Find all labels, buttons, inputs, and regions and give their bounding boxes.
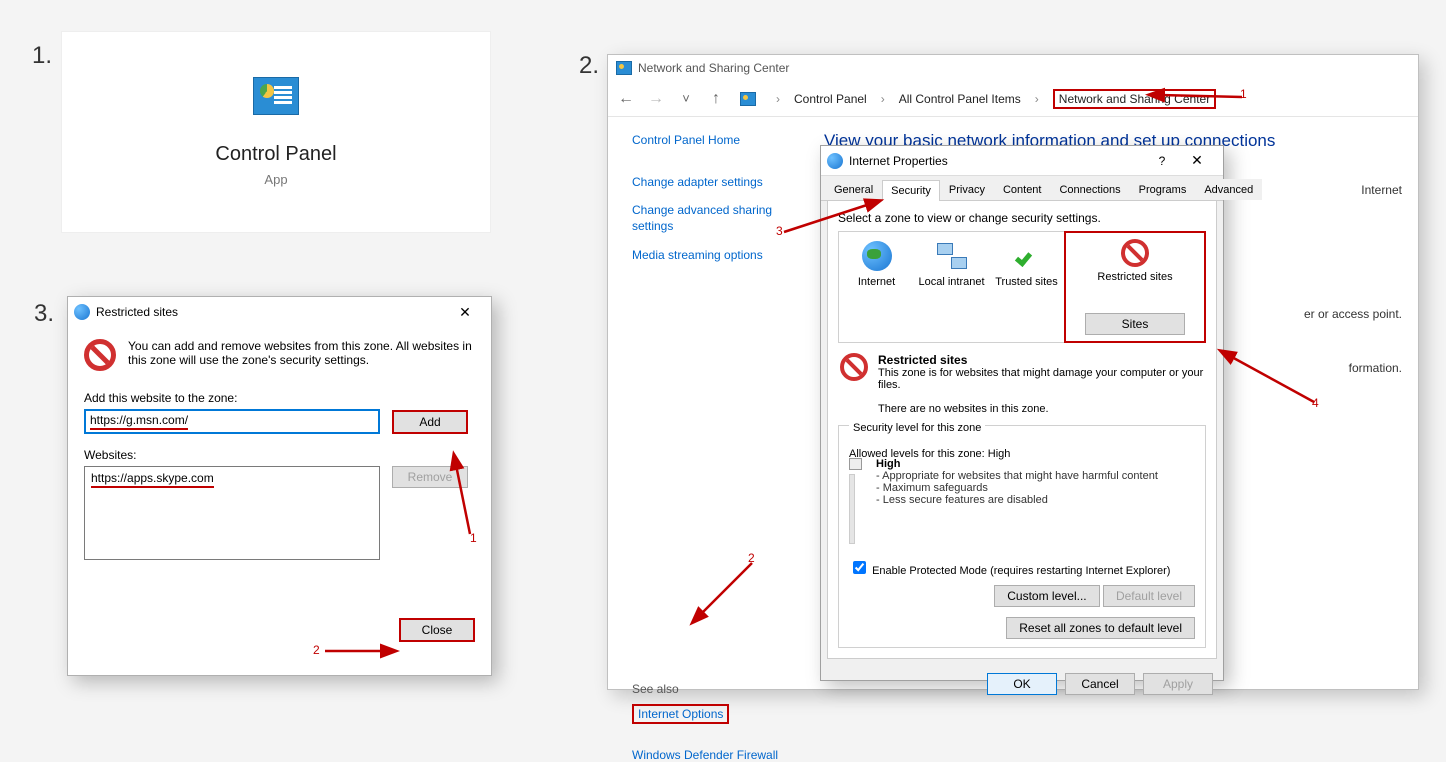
see-also-header: See also — [632, 682, 798, 696]
restricted-icon — [1121, 239, 1149, 267]
cancel-button[interactable]: Cancel — [1065, 673, 1135, 695]
globe-icon — [862, 241, 892, 271]
window-title-bar: Network and Sharing Center — [608, 55, 1418, 81]
level-name: High — [876, 458, 1158, 470]
info-fragment: er or access point. — [1304, 307, 1402, 321]
globe-icon — [827, 153, 843, 169]
internet-properties-dialog: Internet Properties ? ✕ General Security… — [820, 145, 1224, 681]
sidebar-internet-options[interactable]: Internet Options — [632, 704, 729, 724]
bullet: Less secure features are disabled — [876, 494, 1158, 506]
bullet: Maximum safeguards — [876, 482, 1158, 494]
check-icon — [1012, 241, 1042, 271]
globe-icon — [74, 304, 90, 320]
zone-trusted[interactable]: Trusted sites — [989, 238, 1064, 336]
sidebar-home[interactable]: Control Panel Home — [632, 133, 798, 147]
sidebar-media[interactable]: Media streaming options — [632, 248, 798, 262]
intranet-icon — [937, 243, 967, 269]
sites-button[interactable]: Sites — [1085, 313, 1185, 335]
tab-privacy[interactable]: Privacy — [940, 179, 994, 200]
step-1-label: 1. — [32, 42, 52, 70]
add-website-label: Add this website to the zone: — [84, 391, 475, 405]
protected-mode-checkbox[interactable] — [853, 561, 866, 574]
tab-general[interactable]: General — [825, 179, 882, 200]
tab-programs[interactable]: Programs — [1130, 179, 1196, 200]
protected-mode-label: Enable Protected Mode (requires restarti… — [872, 565, 1170, 577]
dialog-title: Restricted sites — [96, 305, 178, 319]
default-level-button[interactable]: Default level — [1103, 585, 1195, 607]
restricted-icon — [84, 339, 116, 371]
breadcrumb-icon — [740, 92, 756, 106]
restricted-empty: There are no websites in this zone. — [878, 403, 1204, 415]
nav-forward-icon[interactable]: → — [646, 90, 666, 108]
zone-restricted[interactable]: Restricted sites Sites — [1064, 231, 1206, 343]
sidebar-advanced[interactable]: Change advanced sharing settings — [632, 203, 798, 234]
info-fragment: formation. — [1349, 361, 1402, 375]
tab-advanced[interactable]: Advanced — [1195, 179, 1262, 200]
add-website-value: https://g.msn.com/ — [90, 413, 188, 430]
tab-connections[interactable]: Connections — [1050, 179, 1129, 200]
tile-title: Control Panel — [215, 143, 336, 166]
nav-recent-icon[interactable]: ˅ — [676, 91, 696, 106]
restricted-heading: Restricted sites — [878, 353, 1204, 367]
sidebar-firewall[interactable]: Windows Defender Firewall — [632, 748, 798, 762]
control-panel-icon — [616, 61, 632, 75]
sidebar-adapter[interactable]: Change adapter settings — [632, 175, 798, 189]
nav-up-icon[interactable]: ↑ — [706, 90, 726, 108]
help-icon[interactable]: ? — [1147, 154, 1177, 168]
restricted-sites-dialog: Restricted sites ✕ You can add and remov… — [67, 296, 492, 676]
zone-intranet[interactable]: Local intranet — [914, 238, 989, 336]
custom-level-button[interactable]: Custom level... — [994, 585, 1099, 607]
zone-row: Internet Local intranet Trusted sites Re… — [838, 231, 1206, 343]
security-level-group: Security level for this zone Allowed lev… — [838, 425, 1206, 648]
bullet: Appropriate for websites that might have… — [876, 470, 1158, 482]
step-2-label: 2. — [579, 52, 599, 80]
slider-track — [849, 474, 855, 544]
breadcrumb-root[interactable]: Control Panel — [794, 92, 867, 106]
titlebar: Restricted sites ✕ — [68, 297, 491, 327]
tab-security[interactable]: Security — [882, 180, 940, 201]
list-item[interactable]: https://apps.skype.com — [91, 471, 214, 488]
close-button[interactable]: Close — [399, 618, 475, 642]
security-slider[interactable] — [849, 458, 862, 470]
step-3-label: 3. — [34, 300, 54, 328]
close-icon[interactable]: ✕ — [1177, 152, 1217, 169]
tile-subtitle: App — [264, 172, 287, 187]
remove-button[interactable]: Remove — [392, 466, 468, 488]
nav-bar: ← → ˅ ↑ › Control Panel › All Control Pa… — [608, 81, 1418, 117]
dialog-description: You can add and remove websites from thi… — [128, 339, 475, 371]
close-icon[interactable]: ✕ — [445, 304, 485, 321]
ok-button[interactable]: OK — [987, 673, 1057, 695]
tab-content[interactable]: Content — [994, 179, 1051, 200]
security-level-legend: Security level for this zone — [849, 422, 985, 434]
zone-internet[interactable]: Internet — [839, 238, 914, 336]
restricted-icon — [840, 353, 868, 381]
add-button[interactable]: Add — [392, 410, 468, 434]
tab-strip: General Security Privacy Content Connect… — [821, 176, 1223, 201]
control-panel-icon — [253, 77, 299, 115]
restricted-description: This zone is for websites that might dam… — [878, 367, 1204, 391]
breadcrumb-mid[interactable]: All Control Panel Items — [899, 92, 1021, 106]
breadcrumb-leaf[interactable]: Network and Sharing Center — [1053, 89, 1216, 109]
control-panel-tile[interactable]: Control Panel App — [62, 32, 490, 232]
websites-label: Websites: — [84, 448, 475, 462]
zone-prompt: Select a zone to view or change security… — [838, 211, 1206, 225]
dialog-title: Internet Properties — [849, 154, 948, 168]
websites-list[interactable]: https://apps.skype.com — [84, 466, 380, 560]
sidebar: Control Panel Home Change adapter settin… — [608, 117, 808, 689]
apply-button[interactable]: Apply — [1143, 673, 1213, 695]
reset-zones-button[interactable]: Reset all zones to default level — [1006, 617, 1195, 639]
nav-back-icon[interactable]: ← — [616, 90, 636, 108]
add-website-input[interactable]: https://g.msn.com/ — [84, 409, 380, 434]
internet-label: Internet — [1361, 183, 1402, 197]
window-title: Network and Sharing Center — [638, 61, 789, 75]
